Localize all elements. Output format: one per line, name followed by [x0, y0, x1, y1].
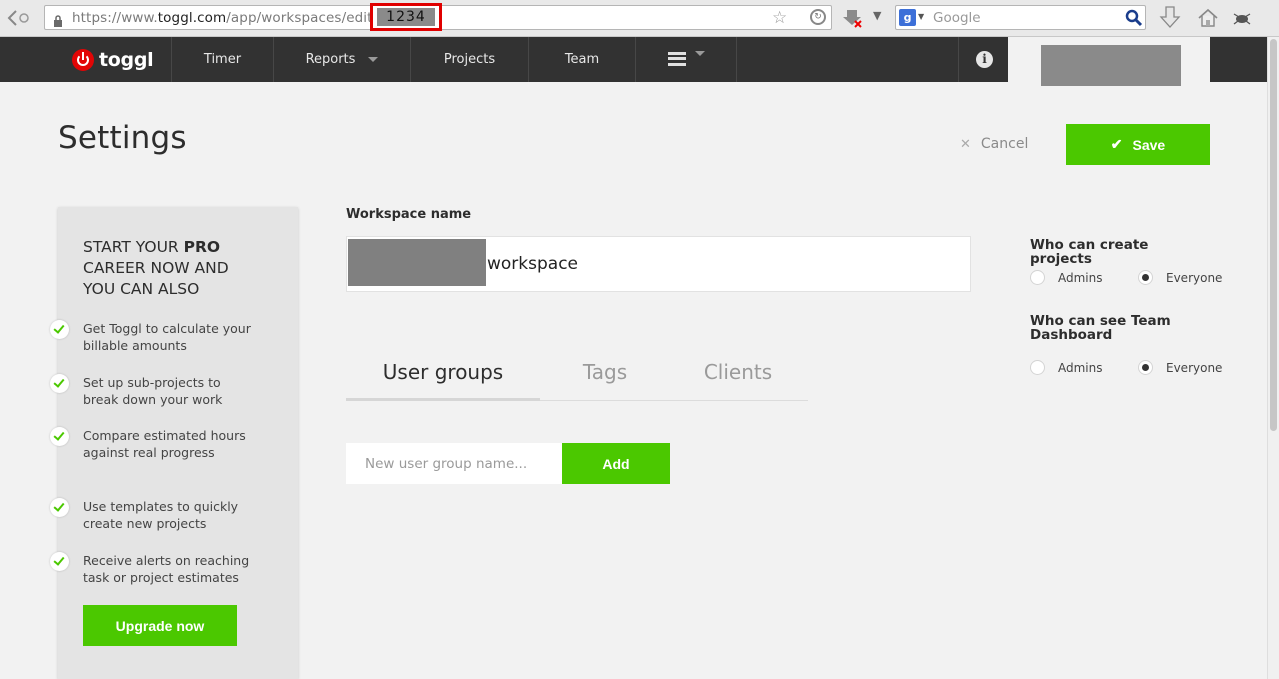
- workspace-name-label: Workspace name: [346, 207, 472, 222]
- nav-projects-label: Projects: [443, 52, 496, 67]
- url-id: 1234: [377, 8, 435, 26]
- radio-label-everyone: Everyone: [1166, 360, 1223, 375]
- nav-more-menu[interactable]: [635, 37, 737, 82]
- promo-feature-text: Receive alerts on reaching task or proje…: [83, 553, 250, 585]
- check-icon: [50, 427, 69, 446]
- downloads-icon[interactable]: [1158, 5, 1182, 31]
- nav-timer[interactable]: Timer: [171, 37, 273, 82]
- close-icon: ✕: [960, 136, 971, 152]
- chevron-down-icon[interactable]: ▼: [873, 9, 881, 22]
- promo-feature-text: Compare estimated hours against real pro…: [83, 428, 246, 460]
- hamburger-icon: [667, 51, 686, 66]
- create-projects-admins-radio[interactable]: [1030, 270, 1045, 285]
- search-engine-caret-icon[interactable]: ▼: [918, 12, 924, 21]
- nav-projects[interactable]: Projects: [410, 37, 528, 82]
- toggl-logo[interactable]: toggl: [72, 47, 154, 73]
- create-projects-options: Admins Everyone: [1030, 270, 1222, 285]
- radio-label-admins: Admins: [1058, 360, 1103, 375]
- scrollbar-thumb[interactable]: [1270, 39, 1277, 431]
- tab-tags[interactable]: Tags: [540, 356, 670, 401]
- radio-label-admins: Admins: [1058, 270, 1103, 285]
- search-bar[interactable]: g ▼ Google: [895, 5, 1146, 30]
- check-icon: [50, 552, 69, 571]
- tab-user-groups[interactable]: User groups: [346, 356, 540, 401]
- promo-feature-text: Set up sub-projects to break down your w…: [83, 375, 223, 407]
- promo-feature-text: Get Toggl to calculate your billable amo…: [83, 321, 251, 353]
- create-projects-everyone-radio[interactable]: [1138, 270, 1153, 285]
- nav-team-label: Team: [564, 52, 600, 67]
- save-button[interactable]: ✔ Save: [1066, 124, 1210, 165]
- url-bar[interactable]: https://www.toggl.com/app/workspaces/edi…: [44, 3, 832, 31]
- pro-promo-card: Start your Pro career now and you can al…: [50, 207, 298, 679]
- reload-icon[interactable]: ↻: [810, 9, 826, 25]
- url-domain: toggl.com: [157, 10, 227, 26]
- main-navigation: toggl Timer Reports Projects Team i: [0, 37, 1279, 86]
- upgrade-now-button[interactable]: Upgrade now: [83, 605, 237, 646]
- cancel-label: Cancel: [980, 136, 1029, 152]
- search-placeholder: Google: [933, 10, 981, 26]
- save-label: Save: [1132, 136, 1166, 153]
- promo-heading-pre: Start your: [83, 238, 184, 256]
- nav-timer-label: Timer: [203, 52, 242, 67]
- bookmark-star-icon[interactable]: ☆: [772, 8, 787, 28]
- page-scrollbar[interactable]: [1267, 37, 1279, 679]
- url-id-highlight: 1234: [370, 3, 442, 31]
- team-dashboard-options: Admins Everyone: [1030, 360, 1222, 375]
- power-icon: [72, 49, 94, 71]
- page-title: Settings: [58, 120, 187, 156]
- workspace-name-input[interactable]: workspace: [346, 236, 971, 292]
- create-projects-title: Who can create projects: [1030, 237, 1149, 267]
- url-prefix: https://www.: [72, 10, 158, 26]
- workspace-tabs: User groups Tags Clients: [346, 356, 808, 401]
- lock-icon: [53, 12, 63, 27]
- nav-reports-label: Reports: [305, 52, 356, 67]
- add-user-group-button[interactable]: Add: [562, 443, 670, 484]
- cancel-button[interactable]: ✕ Cancel: [960, 136, 1028, 152]
- caret-down-icon: [694, 51, 705, 56]
- home-icon[interactable]: [1196, 6, 1220, 30]
- promo-feature-text: Use templates to quickly create new proj…: [83, 499, 239, 531]
- google-icon[interactable]: g: [899, 9, 916, 26]
- caret-down-icon: [368, 57, 379, 62]
- firebug-icon[interactable]: [1232, 8, 1252, 28]
- url-path: /app/workspaces/edit/: [226, 10, 378, 26]
- nav-reports[interactable]: Reports: [273, 37, 410, 82]
- info-button[interactable]: i: [958, 37, 1008, 82]
- team-dashboard-everyone-radio[interactable]: [1138, 360, 1153, 375]
- radio-label-everyone: Everyone: [1166, 270, 1223, 285]
- checkmark-icon: ✔: [1110, 136, 1123, 152]
- team-dashboard-admins-radio[interactable]: [1030, 360, 1045, 375]
- nav-team[interactable]: Team: [528, 37, 635, 82]
- info-icon: i: [976, 51, 993, 68]
- user-name-redacted[interactable]: [1041, 45, 1181, 86]
- browser-toolbar: https://www.toggl.com/app/workspaces/edi…: [0, 0, 1279, 37]
- check-icon: [50, 498, 69, 517]
- back-icon[interactable]: [6, 8, 34, 28]
- workspace-name-redacted: [348, 239, 486, 286]
- workspace-name-value: workspace: [487, 254, 579, 274]
- check-icon: [50, 374, 69, 393]
- promo-heading: Start your Pro career now and you can al…: [83, 237, 253, 300]
- url-text: https://www.toggl.com/app/workspaces/edi…: [72, 10, 377, 26]
- user-menu[interactable]: [1008, 37, 1210, 86]
- download-blocked-icon[interactable]: [842, 7, 864, 29]
- check-icon: [50, 320, 69, 339]
- new-user-group-input[interactable]: [346, 443, 563, 484]
- logo-text: toggl: [99, 49, 154, 71]
- tab-clients[interactable]: Clients: [670, 356, 806, 401]
- team-dashboard-title: Who can see Team Dashboard: [1030, 313, 1171, 343]
- promo-heading-bold: Pro: [183, 238, 221, 256]
- promo-heading-post: career now and you can also: [83, 259, 229, 298]
- search-icon[interactable]: [1125, 9, 1143, 27]
